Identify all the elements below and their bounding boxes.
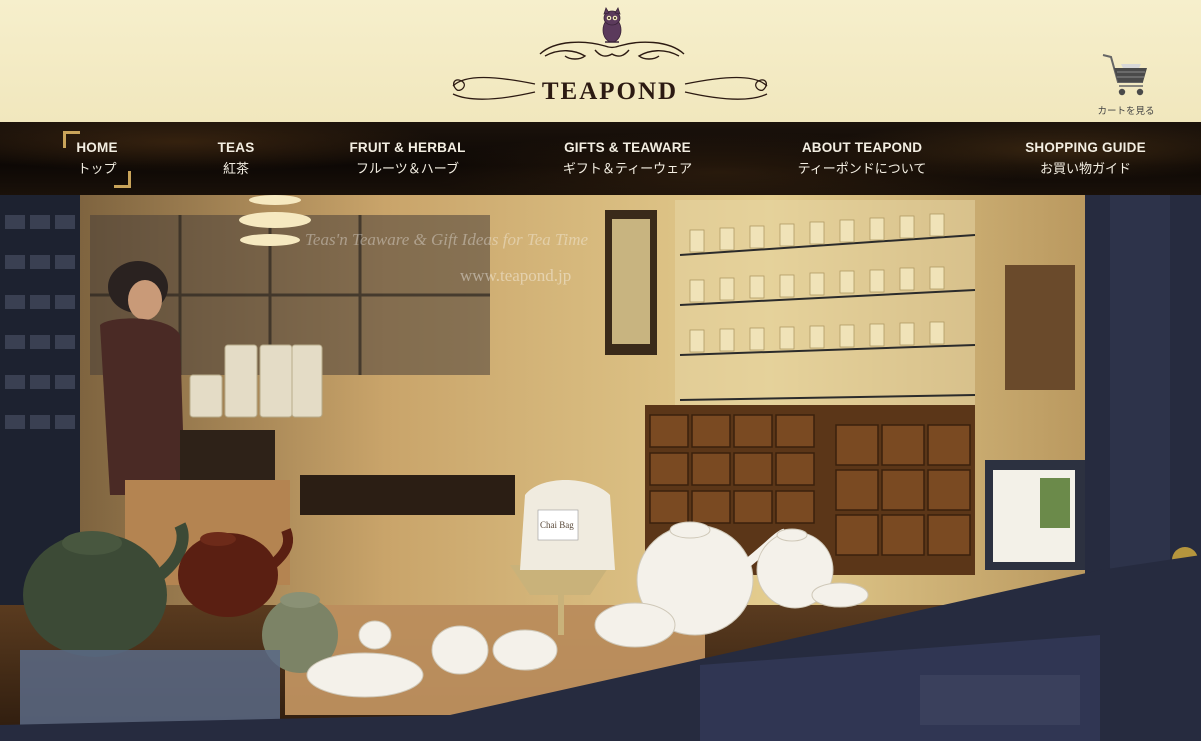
window-url: www.teapond.jp [460,266,571,285]
teapond-logo[interactable]: TEAPOND [445,4,775,116]
cart-label: カートを見る [1097,106,1155,117]
active-marker-top-left [63,131,80,148]
brand-name: TEAPOND [541,78,679,105]
nav-item-label-en: GIFTS & TEAWARE [564,140,691,155]
white-bowl [306,652,424,698]
tea-shop-window-photo: Teas'n Teaware & Gift Ideas for Tea Time… [0,195,1201,741]
tea-box-shelf [1005,265,1075,390]
cow-creamer [594,602,676,648]
nav-item-label-en: TEAS [217,140,255,155]
tea-bag-label: Chai Bag [540,520,574,530]
nav-item-shopping-guide[interactable]: SHOPPING GUIDE お買い物ガイド [1018,140,1153,177]
nav-item-label-en: SHOPPING GUIDE [1025,140,1146,155]
nav-item-teas[interactable]: TEAS 紅茶 [200,140,272,177]
nav-item-label-ja: ギフト＆ティーウェア [562,161,693,176]
hero-image: Teas'n Teaware & Gift Ideas for Tea Time… [0,195,1201,741]
nav-item-label-en: ABOUT TEAPOND [801,140,923,155]
ceiling-lamp [239,212,311,228]
nav-item-label-ja: 紅茶 [222,161,249,176]
ceiling-lamp [249,195,301,205]
panel-detail [920,675,1080,725]
nav-item-gifts-teaware[interactable]: GIFTS & TEAWARE ギフト＆ティーウェア [550,140,705,177]
cart-button[interactable]: カートを見る [1090,50,1162,118]
display-table [300,475,515,515]
white-creamer [431,625,489,675]
cart-icon [1102,54,1147,96]
window-lettering: Teas'n Teaware & Gift Ideas for Tea Time [305,230,589,249]
main-navigation: HOME トップ TEAS 紅茶 FRUIT & HERBAL フルーツ＆ハーブ… [0,122,1201,195]
nav-item-label-ja: ティーポンドについて [797,161,927,176]
white-teacup [811,582,869,608]
nav-item-label-ja: お買い物ガイド [1039,161,1131,176]
ceiling-lamp [240,234,300,246]
active-marker-bottom-right [114,171,131,188]
white-sugar-bowl [492,629,558,671]
nav-item-label-en: FRUIT & HERBAL [349,140,466,155]
nav-item-label-ja: トップ [77,161,117,176]
nav-item-home[interactable]: HOME トップ [63,131,131,188]
tea-jars [689,213,945,353]
nav-item-about-teapond[interactable]: ABOUT TEAPOND ティーポンドについて [782,140,942,177]
nav-item-label-en: HOME [76,140,118,155]
nav-item-label-ja: フルーツ＆ハーブ [356,161,459,176]
site-header: TEAPOND カートを見る [0,0,1201,123]
nav-item-fruit-herbal[interactable]: FRUIT & HERBAL フルーツ＆ハーブ [340,140,475,177]
